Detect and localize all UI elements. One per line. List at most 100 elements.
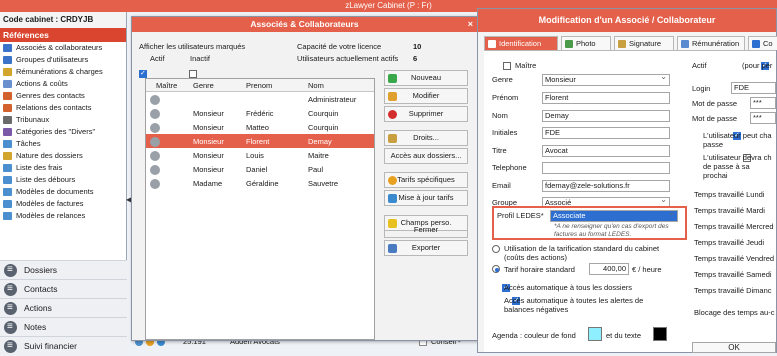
reference-item[interactable]: Modèles de factures [0,198,126,210]
tab-bar: Identification Photo Signature Rémunérat… [484,36,777,50]
work-time-label: Temps travaillé Jeudi [694,238,765,247]
ledes-label: Profil LEDES* [497,211,544,220]
email-field[interactable]: fdemay@zele-solutions.fr [542,180,670,192]
reference-item[interactable]: Associés & collaborateurs [0,42,126,54]
tarifs-specifiques-button[interactable]: Tarifs spécifiques [384,172,468,188]
menu-icon [4,298,17,317]
nom-field[interactable]: Demay [542,110,670,122]
money-icon [681,40,689,48]
reference-icon [3,140,12,148]
reference-item[interactable]: Modèles de relances [0,210,126,222]
reference-icon [3,128,12,136]
references-header[interactable]: Références [0,28,126,42]
reference-icon [3,68,12,76]
reference-item[interactable]: Actions & coûts [0,78,126,90]
reference-item[interactable]: Groupes d'utilisateurs [0,54,126,66]
agenda-fg-swatch[interactable] [653,327,667,341]
reference-icon [3,44,12,52]
reference-item[interactable]: Liste des débours [0,174,126,186]
droits-button[interactable]: Droits... [384,130,468,146]
prenom-field[interactable]: Florent [542,92,670,104]
tab-co[interactable]: Co [748,36,777,50]
acces-dossiers-button[interactable]: Accès aux dossiers... [384,148,468,164]
inactif-checkbox[interactable] [189,69,198,78]
col-genre[interactable]: Genre [193,81,214,90]
col-nom[interactable]: Nom [308,81,324,90]
tarif-standard-radio[interactable] [492,245,500,253]
login-label: Login [692,84,711,93]
reference-icon [3,116,12,124]
reference-item[interactable]: Genres des contacts [0,90,126,102]
reference-icon [3,104,12,112]
work-time-label: Temps travaillé Lundi [694,190,765,199]
nav-item[interactable]: Dossiers [0,260,127,279]
reference-item[interactable]: Modèles de documents [0,186,126,198]
supprimer-button[interactable]: Supprimer [384,106,468,122]
active-users-label: Utilisateurs actuellement actifs [297,54,399,63]
maitre-label: Maître [515,61,537,70]
initiales-field[interactable]: FDE [542,127,670,139]
work-time-label: Temps travaillé Samedi [694,270,772,279]
tab-photo[interactable]: Photo [561,36,611,50]
peut-changer-label-1: L'utilisateur peut cha [703,131,772,140]
reference-icon [3,212,12,220]
tab-signature[interactable]: Signature [614,36,674,50]
reference-item[interactable]: Nature des dossiers [0,150,126,162]
table-row[interactable]: Madame Géraldine Sauvetre [146,176,374,190]
reference-item[interactable]: Liste des frais [0,162,126,174]
telephone-field[interactable] [542,162,670,174]
reference-item[interactable]: Rémunérations & charges [0,66,126,78]
inactif-label: Inactif [190,54,211,63]
plus-icon [388,74,397,83]
reference-item[interactable]: Tribunaux [0,114,126,126]
menu-icon [4,317,17,336]
reference-item[interactable]: Tâches [0,138,126,150]
maj-tarifs-button[interactable]: Mise à jour tarifs [384,190,468,206]
reference-item[interactable]: Catégories des "Divers" [0,126,126,138]
col-maitre[interactable]: Maître [156,81,177,90]
nouveau-button[interactable]: Nouveau [384,70,468,86]
fermer-button[interactable]: Fermer [384,224,468,238]
maitre-checkbox[interactable] [503,61,511,70]
ledes-select[interactable]: Associate [550,210,678,222]
login-field[interactable]: FDE [731,82,776,94]
nav-item[interactable]: Actions [0,298,127,317]
agenda-bg-swatch[interactable] [588,327,602,341]
table-row[interactable]: Monsieur Matteo Courquin [146,120,374,134]
exporter-button[interactable]: Exporter [384,240,468,256]
user-icon [150,95,160,105]
nav-item[interactable]: Notes [0,317,127,336]
genre-select[interactable]: Monsieur [542,74,670,86]
tab-identification[interactable]: Identification [484,36,558,50]
table-row[interactable]: Monsieur Florent Demay [146,134,374,148]
tab-remuneration[interactable]: Rémunération [677,36,745,50]
reference-icon [3,200,12,208]
col-prenom[interactable]: Prenom [246,81,272,90]
tarif-horaire-field[interactable]: 400,00 [589,263,629,275]
actif-checkbox[interactable] [139,69,147,78]
tarif-standard-label-2: (coûts des actions) [504,253,567,262]
users-table: Maître Genre Prenom Nom Administrateur Mo… [145,78,375,340]
ok-button[interactable]: OK [692,342,776,353]
table-row[interactable]: Monsieur Louis Maitre [146,148,374,162]
pour-pers-label: (pour per [742,61,773,70]
reference-icon [3,80,12,88]
show-marked-label: Afficher les utilisateurs marqués [139,42,246,51]
prenom-label: Prénom [492,93,519,102]
nav-item[interactable]: Suivi financier [0,336,127,355]
close-icon[interactable]: × [468,17,473,32]
mdp2-field[interactable]: *** [750,112,776,124]
ledes-section: Profil LEDES* Associate *A ne renseigner… [492,206,687,240]
reference-icon [3,92,12,100]
mdp1-field[interactable]: *** [750,97,776,109]
nav-item[interactable]: Contacts [0,279,127,298]
table-row[interactable]: Administrateur [146,92,374,106]
table-row[interactable]: Monsieur Daniel Paul [146,162,374,176]
titre-field[interactable]: Avocat [542,145,670,157]
photo-icon [565,40,573,48]
table-row[interactable]: Monsieur Frédéric Courquin [146,106,374,120]
modifier-button[interactable]: Modifier [384,88,468,104]
reference-item[interactable]: Relations des contacts [0,102,126,114]
alertes-label-1: Accès automatique à toutes les alertes d… [504,296,644,305]
tarif-horaire-radio[interactable] [492,265,500,273]
